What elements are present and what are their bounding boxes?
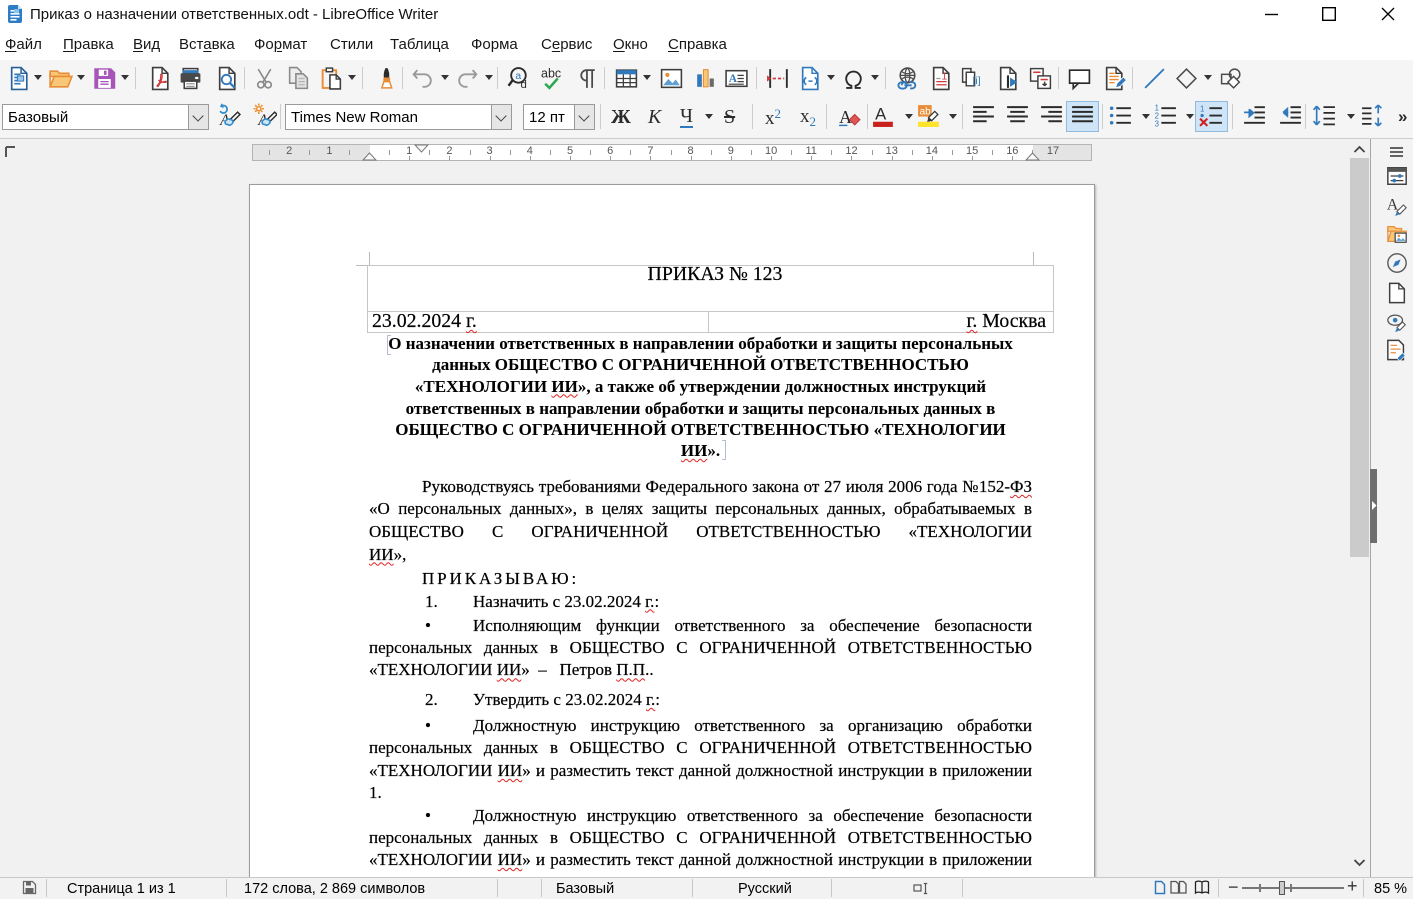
svg-text:d: d	[521, 79, 527, 91]
svg-text:A: A	[839, 107, 852, 127]
svg-text:[i]: [i]	[973, 76, 981, 87]
svg-text:A: A	[729, 73, 738, 85]
svg-text:1: 1	[1200, 104, 1204, 113]
svg-text:1: 1	[942, 72, 948, 83]
svg-text:A: A	[875, 105, 887, 124]
svg-text:abc: abc	[541, 66, 561, 80]
svg-text:3: 3	[1155, 119, 1159, 128]
